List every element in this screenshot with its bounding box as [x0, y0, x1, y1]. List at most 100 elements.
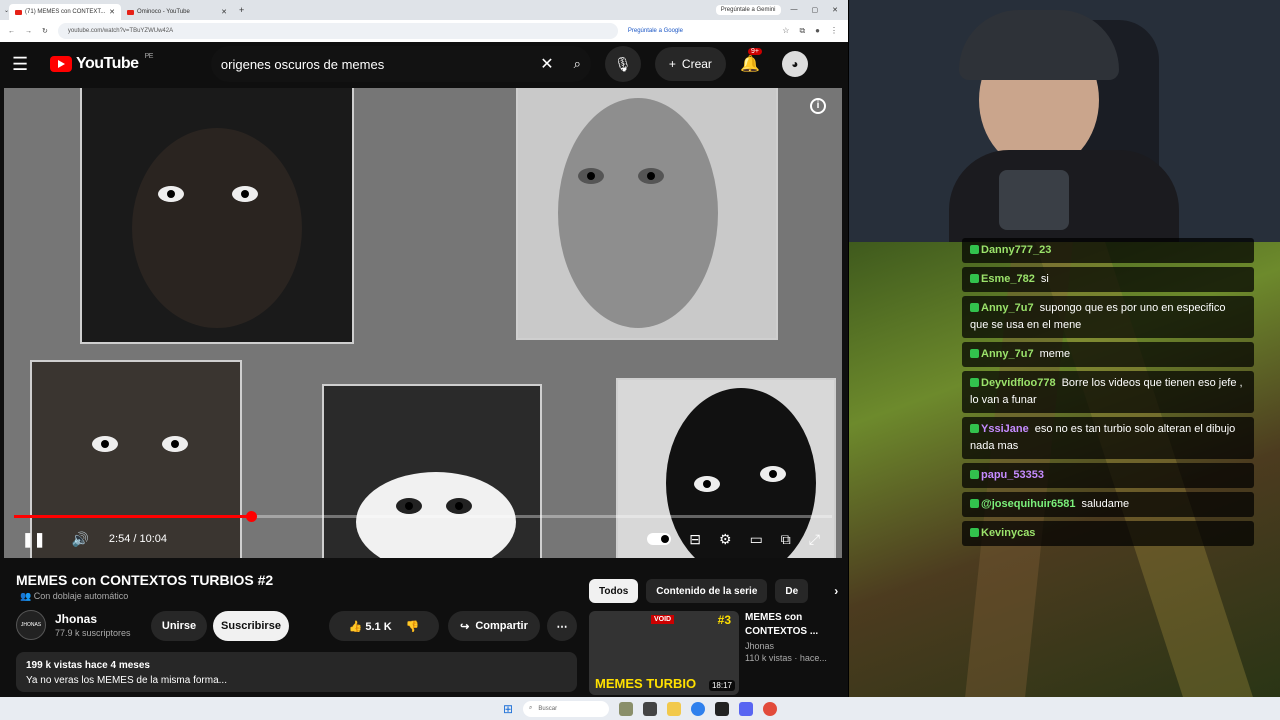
chip-more[interactable]: De: [775, 579, 809, 603]
reload-icon[interactable]: ↻: [42, 27, 48, 35]
dislike-icon[interactable]: 👎: [406, 620, 420, 633]
autoplay-toggle[interactable]: [647, 533, 672, 545]
channel-avatar[interactable]: JHONAS: [16, 610, 46, 640]
video-duration: 18:17: [708, 680, 735, 691]
fullscreen-icon[interactable]: ⤢: [809, 531, 820, 548]
hamburger-menu-icon[interactable]: ☰: [12, 54, 50, 75]
widgets-icon[interactable]: [619, 701, 634, 716]
plus-icon: +: [668, 57, 676, 71]
voice-search-icon[interactable]: 🎙: [604, 46, 641, 82]
chip-series[interactable]: Contenido de la serie: [646, 579, 768, 603]
chat-username: @josequihuir6581: [981, 498, 1076, 510]
kick-badge-icon: [970, 470, 979, 479]
taskbar-search[interactable]: ⌕ Buscar: [523, 700, 610, 717]
user-avatar[interactable]: ◕: [781, 51, 808, 77]
video-frame-face-1: [80, 88, 354, 344]
file-explorer-icon[interactable]: [667, 701, 682, 716]
create-button[interactable]: + Crear: [654, 47, 726, 81]
chat-message: Anny_7u7 meme: [962, 342, 1254, 367]
subscribe-button[interactable]: Suscribirse: [213, 611, 289, 641]
chip-todos[interactable]: Todos: [589, 579, 639, 603]
chat-message: Anny_7u7 supongo que es por uno en especi…: [962, 296, 1254, 338]
info-icon[interactable]: i: [810, 98, 826, 114]
progress-bar[interactable]: [14, 511, 832, 522]
clear-search-icon[interactable]: ✕: [540, 54, 553, 74]
description-box[interactable]: 199 k vistas hace 4 meses Ya no veras lo…: [16, 652, 577, 692]
recommended-video[interactable]: #3 VOID MEMES TURBIO 18:17 MEMES con CON…: [589, 611, 835, 695]
player-controls: ❚❚ 🔊 2:54 / 10:04 ⊟ ⚙ ▭ ⧉ ⤢: [4, 526, 842, 552]
chat-text: si: [1040, 273, 1049, 285]
recommended-meta: 110 k vistas · hace...: [745, 653, 827, 663]
time-display: 2:54 / 10:04: [108, 533, 168, 545]
new-tab-icon[interactable]: +: [239, 5, 244, 15]
tab-bar: ⌄ (71) MEMES con CONTEXT... ✕ Ominoco - …: [0, 0, 848, 20]
address-bar[interactable]: youtube.com/watch?v=TBuYZWUw42A: [57, 23, 618, 39]
search-icon[interactable]: ⌕: [574, 56, 581, 72]
youtube-play-icon: [50, 56, 72, 72]
search-box[interactable]: origenes oscuros de memes ✕ ⌕: [210, 46, 591, 82]
kick-badge-icon: [970, 528, 979, 537]
task-view-icon[interactable]: [643, 701, 658, 716]
pause-icon[interactable]: ❚❚: [22, 531, 45, 548]
recommended-title[interactable]: MEMES con CONTEXTOS ...: [745, 611, 835, 639]
profile-icon[interactable]: ●: [815, 26, 820, 36]
discord-icon[interactable]: [739, 701, 754, 716]
channel-info: JHONAS Jhonas 77.9 k suscriptores: [16, 610, 131, 640]
logo-text: YouTube: [76, 55, 139, 72]
maximize-icon[interactable]: ▢: [812, 6, 819, 14]
search-input[interactable]: origenes oscuros de memes: [221, 57, 540, 72]
share-button[interactable]: ↪ Compartir: [448, 611, 540, 641]
video-player[interactable]: i ❚❚ 🔊 2:54 / 10:04 ⊟ ⚙ ▭ ⧉ ⤢: [4, 88, 842, 558]
youtube-logo[interactable]: YouTube PE: [50, 53, 153, 73]
gemini-button[interactable]: Pregúntale a Gemini: [715, 5, 781, 15]
close-window-icon[interactable]: ✕: [832, 6, 838, 14]
window-controls: — ▢ ✕: [781, 6, 849, 14]
bookmark-star-icon[interactable]: ☆: [782, 26, 789, 36]
chat-username: Danny777_23: [981, 244, 1052, 256]
chat-message: papu_53353: [962, 463, 1254, 488]
app-icon[interactable]: [763, 701, 778, 716]
premiere-icon[interactable]: [715, 701, 730, 716]
chat-username: Deyvidfloo778: [981, 377, 1056, 389]
close-tab-icon[interactable]: ✕: [109, 8, 115, 16]
create-label: Crear: [681, 57, 712, 71]
scrubber-handle[interactable]: [246, 511, 258, 522]
screen: { "browser": { "tab_active": "(71) MEMES…: [0, 0, 1280, 720]
more-actions-icon[interactable]: ⋯: [547, 611, 577, 641]
settings-gear-icon[interactable]: ⚙: [719, 531, 732, 548]
extensions-icon[interactable]: ⧉: [799, 26, 805, 36]
dubbing-icon: 👥: [20, 591, 32, 601]
recommended-thumbnail[interactable]: #3 VOID MEMES TURBIO 18:17: [589, 611, 739, 695]
chrome-icon[interactable]: [691, 701, 706, 716]
like-button[interactable]: 👍 5.1 K: [349, 620, 392, 633]
recommended-channel: Jhonas: [745, 641, 775, 651]
notifications-icon[interactable]: 🔔 9+: [740, 48, 762, 74]
chat-username: Anny_7u7: [981, 302, 1034, 314]
youtube-header: ☰ YouTube PE origenes oscuros de memes ✕…: [0, 42, 848, 86]
subtitles-icon[interactable]: ⊟: [689, 531, 701, 548]
theater-mode-icon[interactable]: ▭: [750, 531, 763, 548]
ask-google-button[interactable]: Pregúntale a Google: [628, 28, 683, 34]
join-button[interactable]: Unirse: [151, 611, 207, 641]
share-icon: ↪: [460, 620, 470, 633]
tab-youtube-active[interactable]: (71) MEMES con CONTEXT... ✕: [9, 4, 122, 20]
back-icon[interactable]: ←: [8, 28, 15, 35]
cast-icon[interactable]: ⧉: [781, 531, 791, 548]
forward-icon[interactable]: →: [25, 28, 32, 35]
dubbing-text: Con doblaje automático: [33, 591, 129, 601]
tab-youtube-ominoco[interactable]: Ominoco - YouTube ✕: [121, 4, 233, 20]
volume-icon[interactable]: 🔊: [71, 531, 88, 548]
chevron-right-icon[interactable]: ›: [834, 584, 838, 598]
taskbar-search-text: Buscar: [538, 705, 558, 712]
close-tab-icon[interactable]: ✕: [221, 8, 227, 16]
more-menu-icon[interactable]: ⋮: [830, 26, 838, 36]
kick-badge-icon: [970, 378, 979, 387]
minimize-icon[interactable]: —: [791, 6, 798, 14]
youtube-favicon-icon: [127, 9, 135, 15]
start-icon[interactable]: ⊞: [503, 702, 513, 716]
chat-message: @josequihuir6581 saludame: [962, 492, 1254, 517]
chat-text: meme: [1039, 348, 1071, 360]
views-date: 199 k vistas hace 4 meses: [26, 660, 150, 671]
tab-title: (71) MEMES con CONTEXT...: [25, 9, 106, 15]
channel-name[interactable]: Jhonas: [55, 612, 131, 626]
